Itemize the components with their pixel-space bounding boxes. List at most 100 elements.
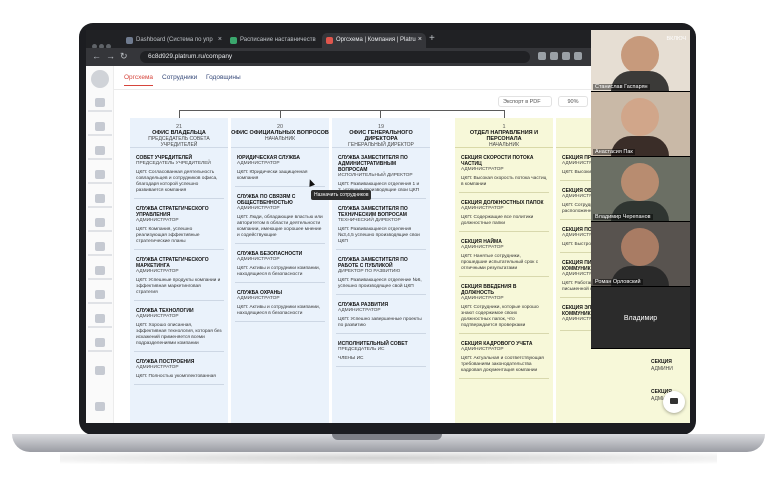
org-card[interactable]: ИСПОЛНИТЕЛЬНЫЙ СОВЕТ ПРЕДСЕДАТЕЛЬ ИС ЧЛЕНЫ…	[336, 338, 426, 367]
card-role: ПРЕДСЕДАТЕЛЬ УЧРЕДИТЕЛЕЙ	[136, 161, 211, 166]
url-field[interactable]: 6c8d929.platrum.ru/company	[140, 51, 530, 63]
card-title: СЛУЖБА ЗАМЕСТИТЕЛЯ ПО РАБОТЕ С ПУБЛИКОЙ	[338, 257, 408, 269]
close-icon[interactable]: ×	[218, 36, 222, 43]
browser-tab-orgchart[interactable]: Оргсхема | Компания | Platru ×	[322, 33, 426, 48]
participant-tile[interactable]: Анастасия Пак	[591, 92, 690, 157]
laptop-shadow	[60, 452, 717, 464]
card-role: АДМИНИСТРАТОР	[237, 257, 280, 262]
laptop-screen: Dashboard (Система по упр × Расписание н…	[86, 30, 690, 423]
sidebar-icon[interactable]	[95, 266, 105, 275]
sidebar-icon[interactable]	[95, 194, 105, 203]
partial-card-role: АДМИНИ	[651, 366, 673, 372]
card-description: ЦКП: Полностью укомплектованная	[136, 374, 216, 379]
tree-connector	[280, 110, 281, 118]
org-card[interactable]: СЕКЦИЯ ВВЕДЕНИЯ В ДОЛЖНОСТЬ АДМИНИСТРАТОР…	[459, 281, 549, 334]
org-column-ceo-office[interactable]: 19 ОФИС ГЕНЕРАЛЬНОГО ДИРЕКТОРА ГЕНЕРАЛЬН…	[332, 118, 430, 423]
org-card[interactable]: СЛУЖБА РАЗВИТИЯ АДМИНИСТРАТОР ЦКП: Успешно…	[336, 299, 426, 334]
participant-face	[621, 228, 659, 266]
tab-orgchart[interactable]: Оргсхема	[124, 74, 154, 86]
sidebar-icon[interactable]	[95, 98, 105, 107]
participant-tile[interactable]: Владимир	[591, 287, 690, 349]
org-card[interactable]: СЛУЖБА ПОСТРОЕНИЯ АДМИНИСТРАТОР ЦКП: Полно…	[134, 356, 224, 385]
tab-employees[interactable]: Сотрудники	[162, 74, 197, 81]
card-description: ЦКП: Хорошо описанная, эффективная техно…	[136, 323, 222, 346]
browser-tab-dashboard[interactable]: Dashboard (Система по упр ×	[122, 33, 226, 48]
column-title: ОТДЕЛ НАПРАВЛЕНИЯ И ПЕРСОНАЛА	[469, 130, 539, 142]
more-icon[interactable]	[95, 366, 105, 375]
zoom-control[interactable]: 90%	[558, 96, 588, 107]
avatar[interactable]	[91, 70, 109, 88]
org-card[interactable]: СЛУЖБА ТЕХНОЛОГИИ АДМИНИСТРАТОР ЦКП: Хорош…	[134, 305, 224, 352]
extension-icon[interactable]	[538, 52, 546, 60]
sidebar-icon[interactable]	[95, 122, 105, 131]
sidebar-icon[interactable]	[95, 338, 105, 347]
org-card[interactable]: СЛУЖБА БЕЗОПАСНОСТИ АДМИНИСТРАТОР ЦКП: Акт…	[235, 248, 325, 283]
tab-label: Dashboard (Система по упр	[136, 37, 213, 43]
back-icon[interactable]: ←	[92, 51, 101, 61]
org-card[interactable]: СЛУЖБА СТРАТЕГИЧЕСКОГО УПРАВЛЕНИЯ АДМИНИС…	[134, 203, 224, 250]
participant-tile[interactable]: Владимир Черепанов	[591, 157, 690, 222]
bookmark-icon[interactable]	[562, 52, 570, 60]
card-title: СЛУЖБА СТРАТЕГИЧЕСКОГО МАРКЕТИНГА	[136, 257, 209, 269]
export-pdf-button[interactable]: Экспорт в PDF	[498, 96, 552, 107]
card-description: ЦКП: Сотрудники, которые хорошо знают со…	[461, 305, 539, 328]
org-card[interactable]: СЕКЦИЯ НАЙМА АДМИНИСТРАТОР ЦКП: Нанятые со…	[459, 236, 549, 277]
partial-card-title: СЕКЦИЯ	[651, 359, 672, 365]
card-description: ЦКП: Нанятые сотрудники, прошедшие испыт…	[461, 254, 539, 271]
sidebar-icon[interactable]	[95, 242, 105, 251]
forward-icon[interactable]: →	[106, 51, 115, 61]
org-card[interactable]: СЕКЦИЯ ДОЛЖНОСТНЫХ ПАПОК АДМИНИСТРАТОР ЦКП…	[459, 197, 549, 232]
card-description: ЦКП: Активы и сотрудники компании, наход…	[237, 266, 321, 277]
card-role: АДМИНИСТРАТОР	[136, 269, 179, 274]
card-role: АДМИНИСТРАТОР	[461, 206, 504, 211]
sidebar-icon[interactable]	[95, 146, 105, 155]
org-card[interactable]: СЕКЦИЯ КАДРОВОГО УЧЕТА АДМИНИСТРАТОР ЦКП: …	[459, 338, 549, 379]
org-card[interactable]: СЕКЦИЯ СКОРОСТИ ПОТОКА ЧАСТИЦ АДМИНИСТРАТ…	[459, 152, 549, 193]
card-role: АДМИНИСТРАТОР	[461, 245, 504, 250]
close-icon[interactable]: ×	[418, 36, 422, 43]
tab-anniversaries[interactable]: Годовщины	[206, 74, 241, 81]
card-description: ЦКП: Успешные продукты компании и эффект…	[136, 278, 221, 295]
chat-button[interactable]	[663, 391, 685, 413]
participant-tile[interactable]: ВКЛЮЧ Станислав Гаспарян	[591, 30, 690, 92]
participant-tile[interactable]: Роман Орловский	[591, 222, 690, 287]
org-card[interactable]: СОВЕТ УЧРЕДИТЕЛЕЙ ПРЕДСЕДАТЕЛЬ УЧРЕДИТЕЛЕ…	[134, 152, 224, 199]
card-role: АДМИНИСТРАТОР	[338, 308, 381, 313]
card-description: ЦКП: Развивающиеся отделения №3,4,5 успе…	[338, 227, 420, 244]
org-column-personnel-dept[interactable]: 1 ОТДЕЛ НАПРАВЛЕНИЯ И ПЕРСОНАЛА НАЧАЛЬНИ…	[455, 118, 553, 423]
sidebar-icon[interactable]	[95, 170, 105, 179]
org-column-official-office[interactable]: 20 ОФИС ОФИЦИАЛЬНЫХ ВОПРОСОВ НАЧАЛЬНИК Ю…	[231, 118, 329, 423]
new-tab-button[interactable]: +	[429, 33, 435, 44]
org-card[interactable]: СЛУЖБА ЗАМЕСТИТЕЛЯ ПО ТЕХНИЧЕСКИМ ВОПРОС…	[336, 203, 426, 250]
scene: Dashboard (Система по упр × Расписание н…	[0, 0, 777, 486]
org-column-owner-office[interactable]: 21 ОФИС ВЛАДЕЛЬЦА ПРЕДСЕДАТЕЛЬ СОВЕТА УЧ…	[130, 118, 228, 423]
card-role: АДМИНИСТРАТОР	[136, 314, 179, 319]
participant-face	[621, 36, 659, 74]
org-card[interactable]: СЛУЖБА СТРАТЕГИЧЕСКОГО МАРКЕТИНГА АДМИНИС…	[134, 254, 224, 301]
org-card[interactable]: СЛУЖБА ОХРАНЫ АДМИНИСТРАТОР ЦКП: Активы и …	[235, 287, 325, 322]
card-role: АДМИНИСТРАТОР	[461, 167, 504, 172]
participant-face	[621, 163, 659, 201]
chat-icon	[670, 398, 678, 404]
sidebar-icon[interactable]	[95, 314, 105, 323]
share-icon[interactable]	[550, 52, 558, 60]
participant-name: Анастасия Пак	[593, 149, 635, 155]
card-role: АДМИНИСТРАТОР	[136, 218, 179, 223]
zoom-value: 90%	[567, 99, 579, 105]
card-role: АДМИНИСТРАТОР	[237, 296, 280, 301]
participant-name: Станислав Гаспарян	[593, 84, 650, 90]
reload-icon[interactable]: ↻	[120, 51, 128, 62]
card-title: СЛУЖБА ЗАМЕСТИТЕЛЯ ПО ТЕХНИЧЕСКИМ ВОПРОС…	[338, 206, 408, 218]
card-description: ЦКП: Успешно завершенные проекты по разв…	[338, 317, 422, 328]
assign-employees-tooltip: Назначить сотрудников	[311, 190, 372, 200]
card-role: АДМИНИСТРАТОР	[237, 206, 280, 211]
browser-tab-schedule[interactable]: Расписание наставничеств ×	[226, 33, 330, 48]
sidebar-icon[interactable]	[95, 290, 105, 299]
card-description: ЦКП: Люди, обладающие властью или автори…	[237, 215, 323, 238]
org-card[interactable]: СЛУЖБА ЗАМЕСТИТЕЛЯ ПО РАБОТЕ С ПУБЛИКОЙ Д…	[336, 254, 426, 295]
sidebar-icon[interactable]	[95, 218, 105, 227]
sheets-favicon-icon	[230, 37, 237, 44]
card-role: АДМИНИСТРАТОР	[461, 347, 504, 352]
extension-icon[interactable]	[574, 52, 582, 60]
bell-icon[interactable]	[95, 402, 105, 411]
